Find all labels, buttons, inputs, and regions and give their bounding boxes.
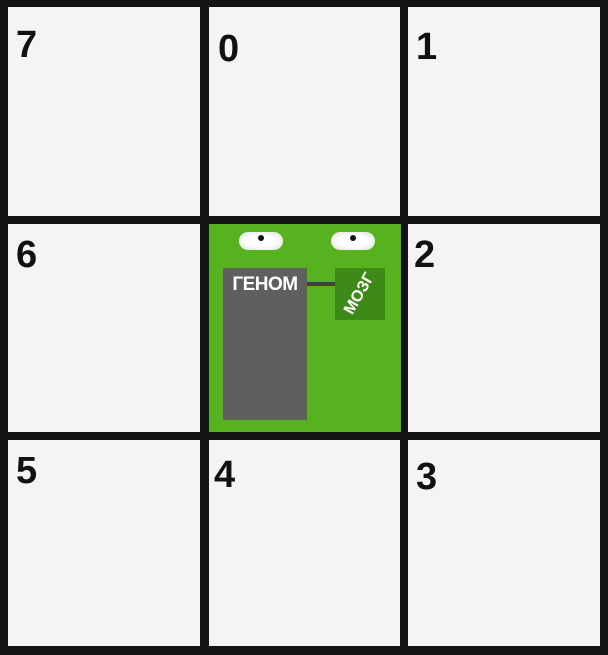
grid-line-vertical-left	[0, 0, 8, 655]
grid-line-horizontal-2	[0, 432, 608, 440]
grid-line-vertical-right	[600, 0, 608, 655]
grid-line-horizontal-top	[0, 0, 608, 7]
cell-number-2: 2	[414, 234, 436, 276]
cell-number-1: 1	[416, 26, 438, 68]
right-eye-icon	[331, 232, 375, 250]
grid-line-vertical-2	[400, 0, 408, 655]
genome-brain-connector	[307, 282, 335, 286]
genome-label: ГЕНОМ	[232, 274, 298, 295]
left-pupil	[258, 235, 264, 241]
brain-label: МОЗГ	[340, 270, 379, 318]
grid-line-horizontal-1	[0, 216, 608, 224]
cell-number-6: 6	[16, 234, 38, 276]
grid-line-vertical-1	[200, 0, 209, 655]
cell-number-5: 5	[16, 450, 38, 492]
cell-number-0: 0	[218, 28, 240, 70]
right-pupil	[350, 235, 356, 241]
grid-line-horizontal-bottom	[0, 646, 608, 655]
cell-number-4: 4	[214, 454, 236, 496]
cell-number-3: 3	[416, 456, 438, 498]
creature: ГЕНОМ МОЗГ	[209, 224, 401, 432]
cell-number-7: 7	[16, 24, 38, 66]
grid-diagram: 7 0 1 6 2 5 4 3 ГЕНОМ МОЗГ	[0, 0, 608, 655]
left-eye-icon	[239, 232, 283, 250]
brain-block: МОЗГ	[335, 268, 385, 320]
genome-block: ГЕНОМ	[223, 268, 307, 420]
